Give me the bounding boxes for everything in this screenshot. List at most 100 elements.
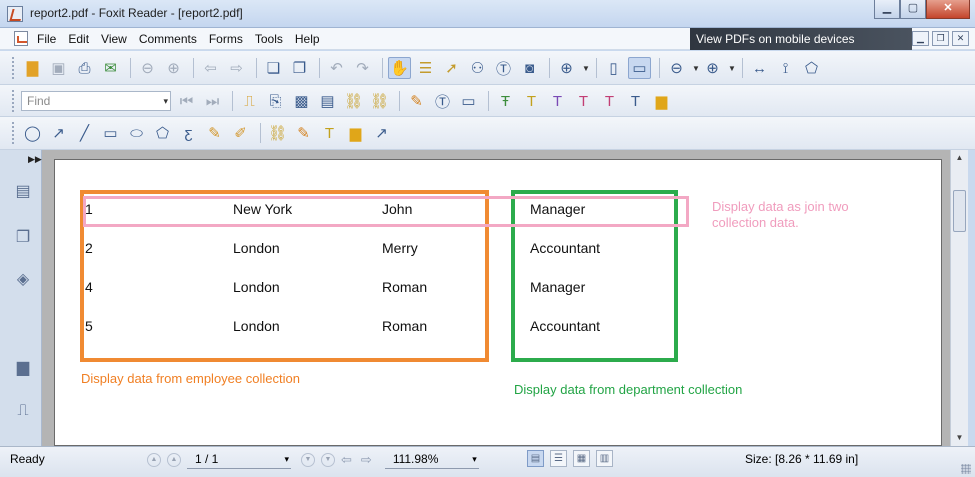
binoculars-icon[interactable]: ⚇: [466, 57, 489, 79]
highlight-text-icon[interactable]: Ŧ: [494, 90, 517, 112]
note-icon[interactable]: ▆: [650, 90, 673, 112]
menu-tools[interactable]: Tools: [255, 32, 283, 46]
edit-text-icon[interactable]: ✎: [292, 122, 315, 144]
undo-icon[interactable]: ↶: [325, 57, 348, 79]
typewriter-icon[interactable]: ✎: [405, 90, 428, 112]
facing-icon[interactable]: ▦: [573, 450, 590, 467]
hand-tool-icon[interactable]: ✋: [388, 57, 411, 79]
single-page-icon[interactable]: ▤: [527, 450, 544, 467]
scroll-down-icon[interactable]: ▼: [951, 430, 968, 446]
attachments-panel-icon[interactable]: ⎍: [13, 400, 33, 422]
menu-view[interactable]: View: [101, 32, 127, 46]
replace-text-icon[interactable]: T: [624, 90, 647, 112]
redo-icon[interactable]: ↷: [351, 57, 374, 79]
copy-page-icon[interactable]: ❏: [262, 57, 285, 79]
find-input[interactable]: Find: [21, 91, 171, 111]
page-number-field[interactable]: 1 / 1: [187, 451, 291, 469]
paste-page-icon[interactable]: ❐: [288, 57, 311, 79]
minimize-button[interactable]: ▁: [874, 0, 900, 19]
line-tool-icon[interactable]: ╱: [73, 122, 96, 144]
maximize-button[interactable]: ▢: [900, 0, 926, 19]
zoom-dropdown-icon[interactable]: ▼: [581, 64, 591, 73]
eraser-tool-icon[interactable]: ✐: [229, 122, 252, 144]
zoom-in-dropdown-icon[interactable]: ▼: [727, 64, 737, 73]
area-tool-icon[interactable]: ⬠: [800, 57, 823, 79]
link-icon[interactable]: ⛓: [342, 90, 365, 112]
comments-panel-icon[interactable]: ▆: [13, 356, 33, 378]
movie-icon[interactable]: ▤: [316, 90, 339, 112]
forward-arrow-icon[interactable]: ⇨: [225, 57, 248, 79]
doc-minimize-button[interactable]: ▁: [912, 31, 929, 46]
toolbar-grip[interactable]: [12, 122, 17, 144]
pencil-tool-icon[interactable]: ✎: [203, 122, 226, 144]
text-box-icon[interactable]: Ⓣ: [492, 57, 515, 79]
textbox-icon[interactable]: ▭: [457, 90, 480, 112]
fit-width-icon[interactable]: ▭: [628, 57, 651, 79]
menu-forms[interactable]: Forms: [209, 32, 243, 46]
menu-file[interactable]: File: [37, 32, 56, 46]
document-viewport[interactable]: 1 New York John Manager 2 London Merry A…: [42, 150, 950, 446]
underline-text-icon[interactable]: T: [546, 90, 569, 112]
open-folder-icon[interactable]: ▇: [21, 57, 44, 79]
doc-close-button[interactable]: ✕: [952, 31, 969, 46]
menu-comments[interactable]: Comments: [139, 32, 197, 46]
pointer-select-icon[interactable]: ➚: [440, 57, 463, 79]
callout-arrow-icon[interactable]: ↗: [370, 122, 393, 144]
polygon-tool-icon[interactable]: ⬠: [151, 122, 174, 144]
next-page-circle-icon[interactable]: ⊕: [162, 57, 185, 79]
document-icon[interactable]: [14, 31, 28, 46]
previous-page-icon[interactable]: ▲: [167, 453, 181, 467]
text-annotation-icon[interactable]: T: [318, 122, 341, 144]
layers-panel-icon[interactable]: ◈: [13, 268, 33, 290]
print-icon[interactable]: ⎙: [73, 57, 96, 79]
prev-page-circle-icon[interactable]: ⊖: [136, 57, 159, 79]
email-icon[interactable]: ✉: [99, 57, 122, 79]
menu-help[interactable]: Help: [295, 32, 320, 46]
collapse-panel-icon[interactable]: ▶▶: [28, 154, 42, 165]
zoom-in-button-icon[interactable]: ⊕: [701, 57, 724, 79]
find-next-icon[interactable]: ⏭: [201, 90, 224, 112]
distance-tool-icon[interactable]: ↔: [748, 57, 771, 79]
zoom-level-field[interactable]: 111.98%: [384, 451, 479, 469]
zoom-out-dropdown-icon[interactable]: ▼: [691, 64, 701, 73]
doc-restore-button[interactable]: ❐: [932, 31, 949, 46]
next-view-icon[interactable]: ⇨: [361, 452, 372, 468]
close-button[interactable]: ✕: [926, 0, 970, 19]
vertical-scrollbar[interactable]: ▲ ▼: [950, 150, 968, 446]
file-attachment-icon[interactable]: ⎘: [264, 90, 287, 112]
oval-tool-icon[interactable]: ⬭: [125, 122, 148, 144]
cloud-tool-icon[interactable]: ƹ: [177, 122, 200, 144]
perimeter-tool-icon[interactable]: ⟟: [774, 57, 797, 79]
bookmarks-panel-icon[interactable]: ❐: [13, 226, 33, 248]
rectangle-tool-icon[interactable]: ▭: [99, 122, 122, 144]
scroll-up-icon[interactable]: ▲: [951, 150, 968, 166]
comment-icon[interactable]: ▆: [344, 122, 367, 144]
continuous-icon[interactable]: ☰: [550, 450, 567, 467]
toolbar-grip[interactable]: [12, 90, 17, 112]
toolbar-grip[interactable]: [12, 57, 17, 79]
next-page-icon[interactable]: ▼: [301, 453, 315, 467]
foxit-app-icon[interactable]: [7, 6, 23, 22]
text-select-icon[interactable]: ☰: [414, 57, 437, 79]
find-previous-icon[interactable]: ⏮: [175, 90, 198, 112]
first-page-icon[interactable]: ▲: [147, 453, 161, 467]
attachment-icon[interactable]: ⎍: [238, 90, 261, 112]
text-field-icon[interactable]: Ⓣ: [431, 90, 454, 112]
mobile-devices-banner[interactable]: View PDFs on mobile devices: [690, 28, 912, 50]
menu-edit[interactable]: Edit: [68, 32, 89, 46]
snapshot-icon[interactable]: ◙: [518, 57, 541, 79]
back-arrow-icon[interactable]: ⇦: [199, 57, 222, 79]
continuous-facing-icon[interactable]: ▥: [596, 450, 613, 467]
zoom-out-button-icon[interactable]: ⊖: [665, 57, 688, 79]
highlight-yellow-icon[interactable]: T: [520, 90, 543, 112]
last-page-icon[interactable]: ▼: [321, 453, 335, 467]
resize-grip[interactable]: [961, 464, 971, 474]
strikeout-text-icon[interactable]: T: [572, 90, 595, 112]
save-icon[interactable]: ▣: [47, 57, 70, 79]
unlink-icon[interactable]: ⛓: [368, 90, 391, 112]
fit-page-icon[interactable]: ▯: [602, 57, 625, 79]
zoom-in-icon[interactable]: ⊕: [555, 57, 578, 79]
arrow-tool-icon[interactable]: ↗: [47, 122, 70, 144]
circle-tool-icon[interactable]: ◯: [21, 122, 44, 144]
previous-view-icon[interactable]: ⇦: [341, 452, 352, 468]
